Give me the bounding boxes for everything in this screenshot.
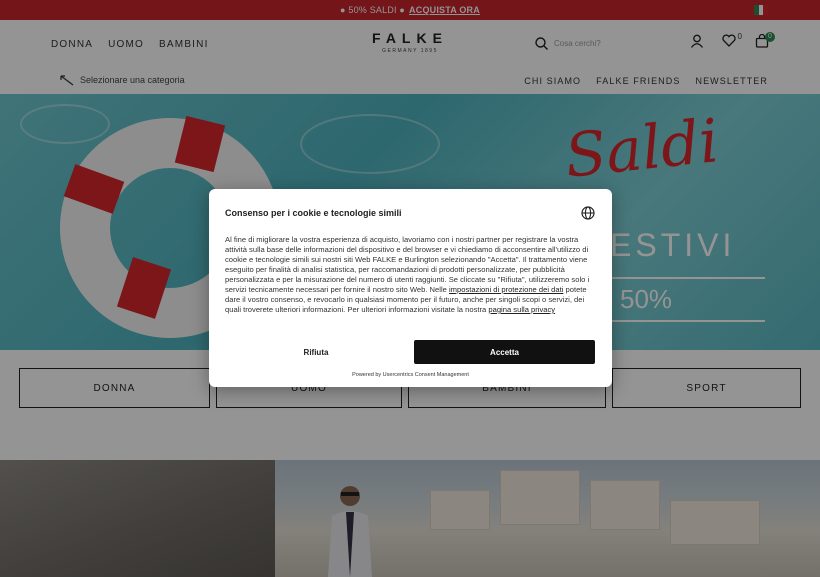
- powered-by-text: Powered by Usercentrics Consent Manageme…: [352, 372, 469, 378]
- reject-button[interactable]: Rifiuta: [225, 340, 407, 364]
- consent-title: Consenso per i cookie e tecnologie simil…: [225, 208, 402, 218]
- consent-body: Al fine di migliorare la vostra esperien…: [225, 235, 597, 315]
- privacy-page-link[interactable]: pagina sulla privacy: [488, 305, 555, 314]
- globe-icon[interactable]: [581, 206, 595, 220]
- cookie-consent-dialog: Consenso per i cookie e tecnologie simil…: [209, 189, 612, 387]
- accept-button[interactable]: Accetta: [414, 340, 595, 364]
- privacy-settings-link[interactable]: impostazioni di protezione dei dati: [449, 285, 563, 294]
